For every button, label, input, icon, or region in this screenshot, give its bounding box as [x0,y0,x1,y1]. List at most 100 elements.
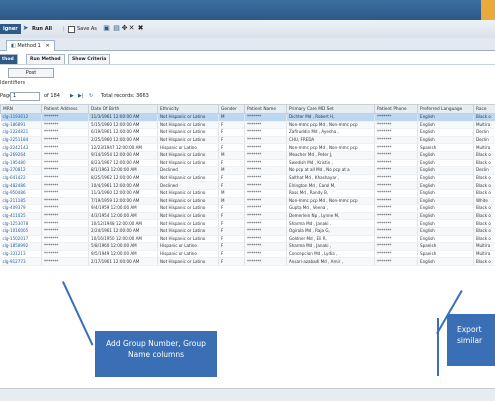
table-row[interactable]: clg-950486*******11/3/1960 12:00:00 AMNo… [1,189,495,197]
table-cell: Gupta Md , Veena , [287,205,375,213]
table-cell: English [418,220,474,228]
table-row[interactable]: clg-211185*******7/19/1959 12:00:00 AMNo… [1,197,495,205]
table-row[interactable]: clg-2224821*******6/19/1961 12:00:00 AMN… [1,129,495,137]
table-cell: Salthat Md , Khashayar , [287,174,375,182]
table-row[interactable]: clg-1858992*******5/8/1960 12:00:00 AMHi… [1,243,495,251]
table-row[interactable]: clg-186891*******5/15/1960 12:00:00 AMNo… [1,121,495,129]
save-icon[interactable]: ▣ [103,25,110,32]
table-row[interactable]: clg-1193612*******11/3/1961 12:00:00 AMN… [1,114,495,122]
column-header[interactable]: Patient Address [42,105,89,114]
table-cell: ******* [42,189,89,197]
table-cell: clg-1502017 [1,235,42,243]
table-cell: Black o [474,220,495,228]
table-cell: ******* [245,250,287,258]
table-cell: clg-1858992 [1,243,42,251]
table-cell: ******* [245,189,287,197]
table-cell: ******* [375,220,418,228]
table-row[interactable]: clg-641422*******8/25/1962 12:00:00 AMNo… [1,174,495,182]
table-row[interactable]: clg-2242143*******12/23/1947 12:00:00 AM… [1,144,495,152]
table-cell: ******* [42,205,89,213]
save-as-checkbox[interactable] [68,26,75,33]
table-cell: Declin [474,129,495,137]
table-cell: 10/12/1948 12:00:00 AM [89,220,158,228]
table-cell: Elrington Md , Carol M, [287,182,375,190]
table-row[interactable]: clg-195480*******8/23/1967 12:00:00 AMNo… [1,159,495,167]
column-header[interactable]: Patient Phone [375,105,418,114]
table-row[interactable]: clg-331213*******9/5/1949 12:00:00 AMHis… [1,250,495,258]
last-page-icon[interactable]: ▶| [78,91,84,101]
table-cell: F [219,212,245,220]
run-icon[interactable]: ➤ [22,25,29,32]
column-header[interactable]: Ethnicity [158,105,219,114]
close-icon[interactable]: ✖ [137,25,144,32]
table-cell: 7/19/1959 12:00:00 AM [89,197,158,205]
table-cell: Non-mmc pcp Md , Non-mmc pcp [287,144,375,152]
table-row[interactable]: clg-482486*******10/4/1961 12:00:00 AMDe… [1,182,495,190]
table-cell: Not Hispanic or Latino [158,235,219,243]
table-cell: Black o [474,151,495,159]
table-row[interactable]: clg-411025*******4/3/1954 12:00:00 AMNot… [1,212,495,220]
table-cell: Not Hispanic or Latino [158,151,219,159]
table-row[interactable]: clg-269264*******9/14/1954 12:00:00 AMNo… [1,151,495,159]
table-row[interactable]: clg-1016005*******2/24/1961 12:00:00 AMN… [1,227,495,235]
table-row[interactable]: clg-912773*******2/17/1961 12:00:00 AMNo… [1,258,495,266]
table-cell: ******* [245,182,287,190]
table-cell: M [219,189,245,197]
save-copy-icon[interactable]: ▤ [113,25,120,32]
refresh-icon[interactable]: ↻ [89,91,93,101]
table-row[interactable]: clg-1253078*******10/12/1948 12:00:00 AM… [1,220,495,228]
column-header[interactable]: Patient Name [245,105,287,114]
table-row[interactable]: clg-1502017*******10/16/1950 12:00:00 AM… [1,235,495,243]
table-cell: Hispanic or Latino [158,250,219,258]
callout-right-text: Export similar [457,324,491,346]
page-input[interactable]: 1 [10,92,40,101]
table-cell: ******* [245,197,287,205]
post-button[interactable]: Post [8,68,54,78]
column-header[interactable]: Date Of Birth [89,105,158,114]
table-cell: ******* [245,235,287,243]
table-cell: F [219,144,245,152]
table-cell: ******* [42,243,89,251]
callout-pointer-left [62,281,93,345]
column-header[interactable]: Gender [219,105,245,114]
table-row[interactable]: clg-409379*******9/4/1959 12:00:00 AMNot… [1,205,495,213]
column-header[interactable]: Primary Care MD Set [287,105,375,114]
table-cell: 9/14/1954 12:00:00 AM [89,151,158,159]
table-cell: ******* [245,144,287,152]
column-header[interactable]: Race [474,105,495,114]
table-cell: clg-269264 [1,151,42,159]
column-header[interactable]: Preferred Language [418,105,474,114]
toolbar: igner ➤ Run All | Save As ▣ ▤ ✥ ✕ ✖ [0,20,495,39]
table-cell: ******* [245,174,287,182]
table-cell: clg-186891 [1,121,42,129]
table-cell: ******* [375,243,418,251]
table-cell: clg-912773 [1,258,42,266]
move-icon[interactable]: ✥ [121,25,128,32]
table-cell: clg-950486 [1,189,42,197]
run-all-button[interactable]: Run All [32,24,52,34]
table-cell: Not Hispanic or Latino [158,212,219,220]
divider [0,64,495,65]
table-cell: ******* [42,121,89,129]
table-cell: ******* [375,167,418,175]
table-cell: Sharma Md , Janaki , [287,243,375,251]
designer-button[interactable]: igner [0,24,21,34]
table-row[interactable]: clg-2251184*******2/25/1960 12:00:00 AMN… [1,136,495,144]
table-cell: clg-2242143 [1,144,42,152]
table-cell: clg-641422 [1,174,42,182]
table-row[interactable]: clg-270812*******8/1/1963 12:00:00 AMDec… [1,167,495,175]
table-cell: F [219,235,245,243]
next-page-icon[interactable]: ▶ [70,91,74,101]
table-cell: clg-211185 [1,197,42,205]
table-cell: Not Hispanic or Latino [158,114,219,122]
table-cell: English [418,205,474,213]
tab-method-1[interactable]: ◧ Method 1 ✕ [6,40,55,51]
tab-close-icon[interactable]: ✕ [45,43,49,49]
column-header[interactable]: MRN [1,105,42,114]
table-cell: Not Hispanic or Latino [158,159,219,167]
table-cell: clg-482486 [1,182,42,190]
table-cell: Not Hispanic or Latino [158,189,219,197]
table-cell: ******* [375,250,418,258]
delete-icon[interactable]: ✕ [128,25,135,32]
table-cell: F [219,227,245,235]
